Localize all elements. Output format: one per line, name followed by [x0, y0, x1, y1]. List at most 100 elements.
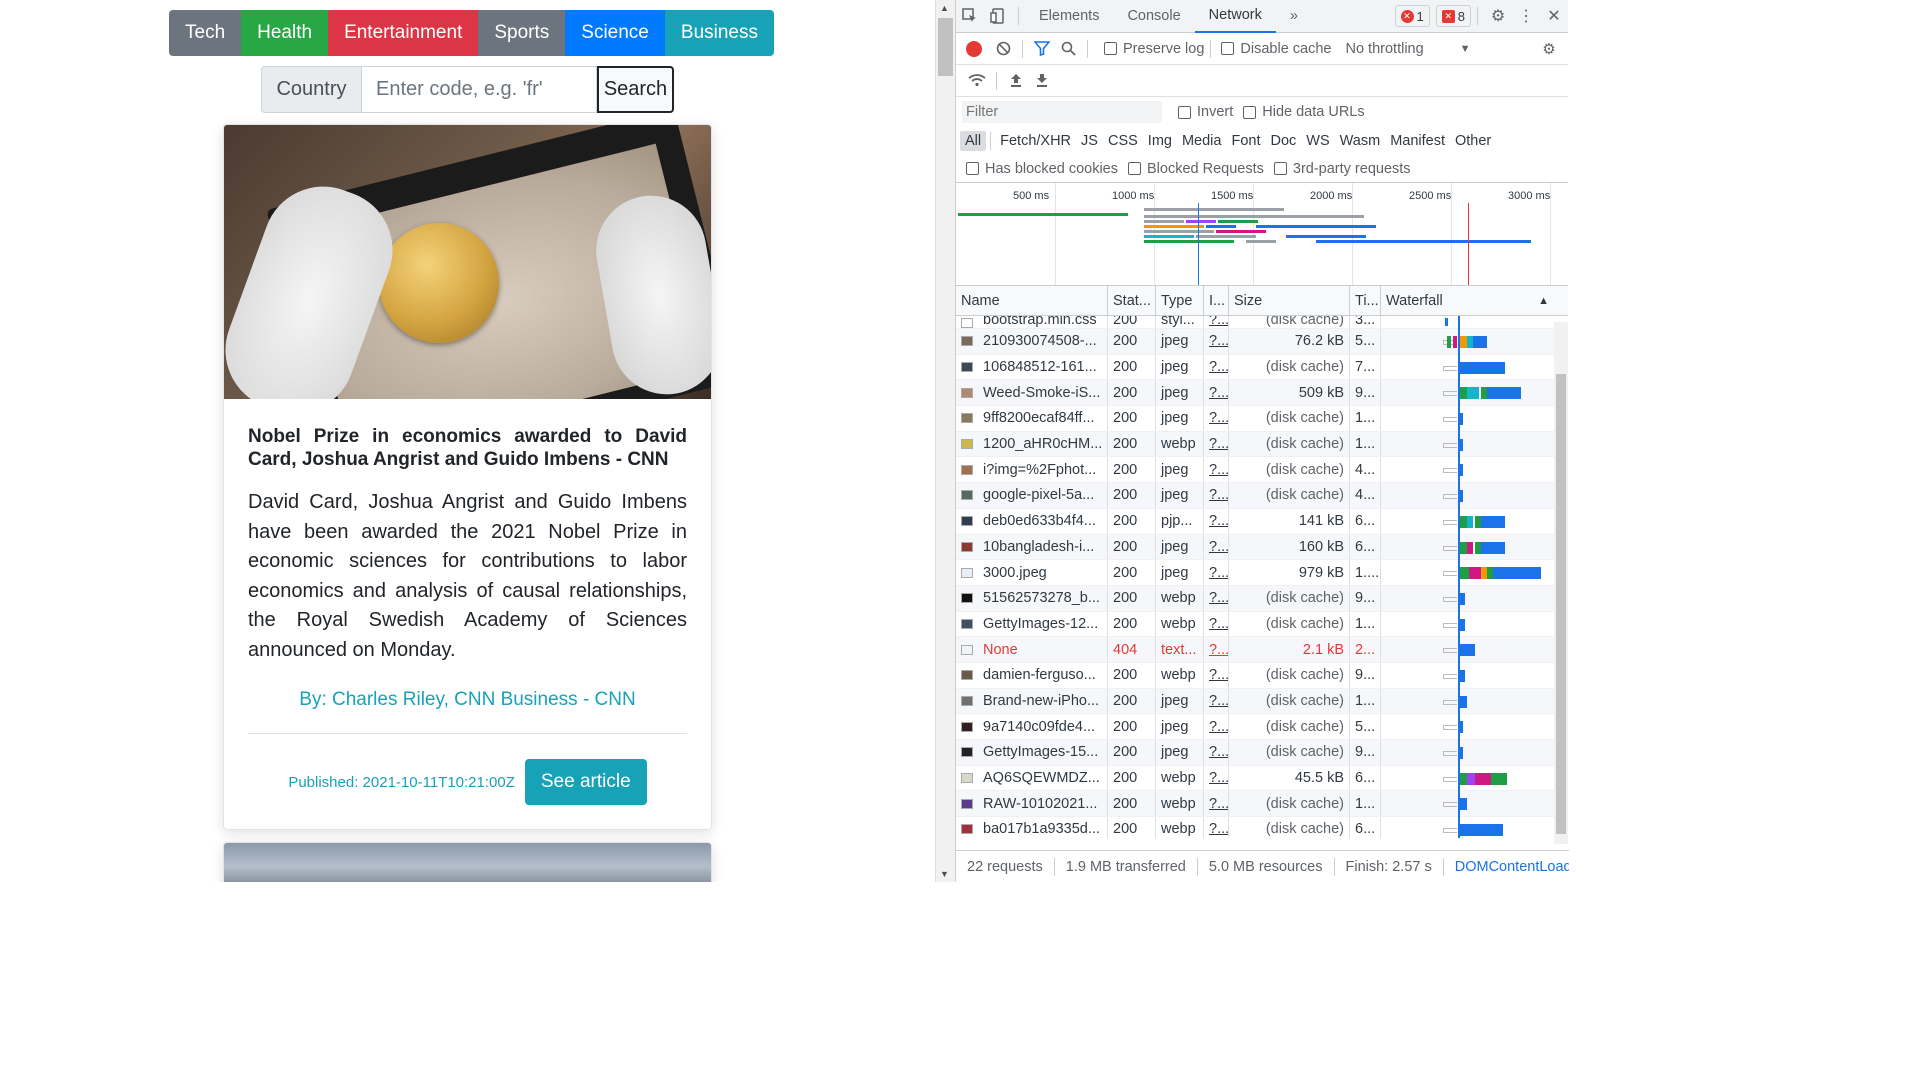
tab-console[interactable]: Console	[1113, 0, 1194, 33]
request-initiator-cell[interactable]: ?...	[1204, 534, 1229, 560]
col-waterfall-header[interactable]: Waterfall ▲	[1381, 286, 1555, 315]
request-row[interactable]: bootstrap.min.css 200 styl...?... (disk cac…	[956, 316, 1568, 329]
request-initiator-cell[interactable]: ?...	[1204, 791, 1229, 817]
type-js[interactable]: JS	[1076, 131, 1103, 151]
col-name-header[interactable]: Name	[956, 286, 1108, 315]
request-initiator-cell[interactable]: ?...	[1204, 817, 1229, 838]
request-name-cell[interactable]: deb0ed633b4f4...	[956, 508, 1108, 534]
request-name-cell[interactable]: Weed-Smoke-iS...	[956, 380, 1108, 406]
category-business-button[interactable]: Business	[664, 10, 774, 56]
type-css[interactable]: CSS	[1103, 131, 1143, 151]
request-initiator-cell[interactable]: ?...	[1204, 457, 1229, 483]
request-initiator-cell[interactable]: ?...	[1204, 611, 1229, 637]
request-name-cell[interactable]: damien-ferguso...	[956, 662, 1108, 688]
request-name-cell[interactable]: 106848512-161...	[956, 354, 1108, 380]
request-name-cell[interactable]: 9ff8200ecaf84ff...	[956, 406, 1108, 431]
request-row[interactable]: google-pixel-5a... 200 jpeg?... (disk cache…	[956, 483, 1568, 509]
type-ws[interactable]: WS	[1301, 131, 1334, 151]
request-initiator-cell[interactable]: ?...	[1204, 316, 1229, 328]
request-initiator-cell[interactable]: ?...	[1204, 431, 1229, 457]
more-tabs-icon[interactable]: »	[1276, 0, 1312, 33]
country-input[interactable]	[361, 66, 597, 113]
request-row[interactable]: 106848512-161... 200 jpeg?... (disk cache) 7…	[956, 354, 1568, 381]
hide-data-urls-checkbox[interactable]: Hide data URLs	[1243, 104, 1365, 120]
col-size-header[interactable]: Size	[1229, 286, 1350, 315]
request-row[interactable]: GettyImages-15... 200 jpeg?... (disk cache)…	[956, 740, 1568, 766]
request-name-cell[interactable]: RAW-10102021...	[956, 791, 1108, 817]
request-initiator-cell[interactable]: ?...	[1204, 714, 1229, 739]
has-blocked-cookies-checkbox[interactable]: Has blocked cookies	[966, 161, 1118, 177]
request-row[interactable]: 210930074508-... 200 jpeg?... 76.2 kB 5...	[956, 329, 1568, 355]
request-row[interactable]: deb0ed633b4f4... 200 pjp...?... 141 kB 6...	[956, 508, 1568, 535]
col-time-header[interactable]: Ti...	[1350, 286, 1381, 315]
request-initiator-cell[interactable]: ?...	[1204, 688, 1229, 714]
request-row[interactable]: None 404 text...?... 2.1 kB 2...	[956, 637, 1568, 663]
request-name-cell[interactable]: bootstrap.min.css	[956, 316, 1108, 328]
request-initiator-cell[interactable]: ?...	[1204, 406, 1229, 431]
page-scrollbar[interactable]: ▲ ▼	[935, 0, 955, 882]
kebab-menu-icon[interactable]: ⋮	[1512, 0, 1540, 33]
blocked-requests-checkbox[interactable]: Blocked Requests	[1128, 161, 1264, 177]
request-initiator-cell[interactable]: ?...	[1204, 354, 1229, 380]
category-science-button[interactable]: Science	[565, 10, 665, 56]
request-row[interactable]: 51562573278_b... 200 webp?... (disk cache) 9…	[956, 585, 1568, 612]
request-name-cell[interactable]: 210930074508-...	[956, 329, 1108, 354]
col-type-header[interactable]: Type	[1156, 286, 1204, 315]
sort-ascending-icon[interactable]: ▲	[1538, 295, 1549, 307]
request-initiator-cell[interactable]: ?...	[1204, 483, 1229, 508]
category-entertainment-button[interactable]: Entertainment	[328, 10, 479, 56]
request-name-cell[interactable]: i?img=%2Fphot...	[956, 457, 1108, 483]
page-scroll-thumb[interactable]	[938, 18, 953, 76]
category-tech-button[interactable]: Tech	[169, 10, 242, 56]
device-toolbar-icon[interactable]	[984, 0, 1012, 33]
search-button[interactable]: Search	[597, 66, 674, 113]
request-row[interactable]: i?img=%2Fphot... 200 jpeg?... (disk cache) 4…	[956, 457, 1568, 484]
request-initiator-cell[interactable]: ?...	[1204, 765, 1229, 791]
inspect-element-icon[interactable]	[956, 0, 984, 33]
request-row[interactable]: GettyImages-12... 200 webp?... (disk cache)…	[956, 611, 1568, 638]
clear-icon[interactable]	[990, 35, 1016, 63]
network-settings-gear-icon[interactable]: ⚙	[1536, 35, 1562, 63]
request-initiator-cell[interactable]: ?...	[1204, 560, 1229, 585]
see-article-button[interactable]: See article	[524, 759, 647, 805]
request-name-cell[interactable]: 51562573278_b...	[956, 585, 1108, 611]
request-row[interactable]: damien-ferguso... 200 webp?... (disk cache)…	[956, 662, 1568, 689]
request-initiator-cell[interactable]: ?...	[1204, 329, 1229, 354]
tab-elements[interactable]: Elements	[1025, 0, 1113, 33]
requests-scrollbar[interactable]	[1554, 322, 1568, 844]
request-name-cell[interactable]: 10bangladesh-i...	[956, 534, 1108, 560]
settings-gear-icon[interactable]: ⚙	[1484, 0, 1512, 33]
filter-funnel-icon[interactable]	[1029, 35, 1055, 63]
requests-scroll-thumb[interactable]	[1556, 374, 1566, 834]
type-manifest[interactable]: Manifest	[1385, 131, 1450, 151]
search-icon[interactable]	[1055, 35, 1081, 63]
export-har-download-icon[interactable]	[1029, 67, 1055, 95]
network-conditions-wifi-icon[interactable]	[964, 67, 990, 95]
request-row[interactable]: AQ6SQEWMDZ... 200 webp?... 45.5 kB 6...	[956, 765, 1568, 792]
col-initiator-header[interactable]: I...	[1204, 286, 1229, 315]
request-row[interactable]: RAW-10102021... 200 webp?... (disk cache) 1.…	[956, 791, 1568, 818]
type-wasm[interactable]: Wasm	[1335, 131, 1386, 151]
filter-input[interactable]	[962, 101, 1162, 123]
request-row[interactable]: 9ff8200ecaf84ff... 200 jpeg?... (disk cache…	[956, 406, 1568, 432]
request-name-cell[interactable]: GettyImages-12...	[956, 611, 1108, 637]
request-initiator-cell[interactable]: ?...	[1204, 508, 1229, 534]
request-name-cell[interactable]: 1200_aHR0cHM...	[956, 431, 1108, 457]
request-initiator-cell[interactable]: ?...	[1204, 662, 1229, 688]
request-row[interactable]: 10bangladesh-i... 200 jpeg?... 160 kB 6...	[956, 534, 1568, 561]
request-initiator-cell[interactable]: ?...	[1204, 637, 1229, 662]
request-name-cell[interactable]: google-pixel-5a...	[956, 483, 1108, 508]
request-row[interactable]: 9a7140c09fde4... 200 jpeg?... (disk cache) 5…	[956, 714, 1568, 740]
preserve-log-checkbox[interactable]: Preserve log	[1104, 41, 1204, 57]
third-party-requests-checkbox[interactable]: 3rd-party requests	[1273, 161, 1411, 177]
type-other[interactable]: Other	[1450, 131, 1496, 151]
request-row[interactable]: ba017b1a9335d... 200 webp?... (disk cache) 6…	[956, 817, 1568, 838]
invert-checkbox[interactable]: Invert	[1178, 104, 1233, 120]
request-row[interactable]: 3000.jpeg 200 jpeg?... 979 kB 1....	[956, 560, 1568, 586]
request-name-cell[interactable]: None	[956, 637, 1108, 662]
request-initiator-cell[interactable]: ?...	[1204, 585, 1229, 611]
disable-cache-checkbox[interactable]: Disable cache	[1221, 41, 1331, 57]
network-overview-timeline[interactable]: 500 ms 1000 ms 1500 ms 2000 ms 2500 ms 3000 m…	[956, 183, 1568, 286]
request-row[interactable]: 1200_aHR0cHM... 200 webp?... (disk cache) 1.…	[956, 431, 1568, 458]
request-name-cell[interactable]: AQ6SQEWMDZ...	[956, 765, 1108, 791]
